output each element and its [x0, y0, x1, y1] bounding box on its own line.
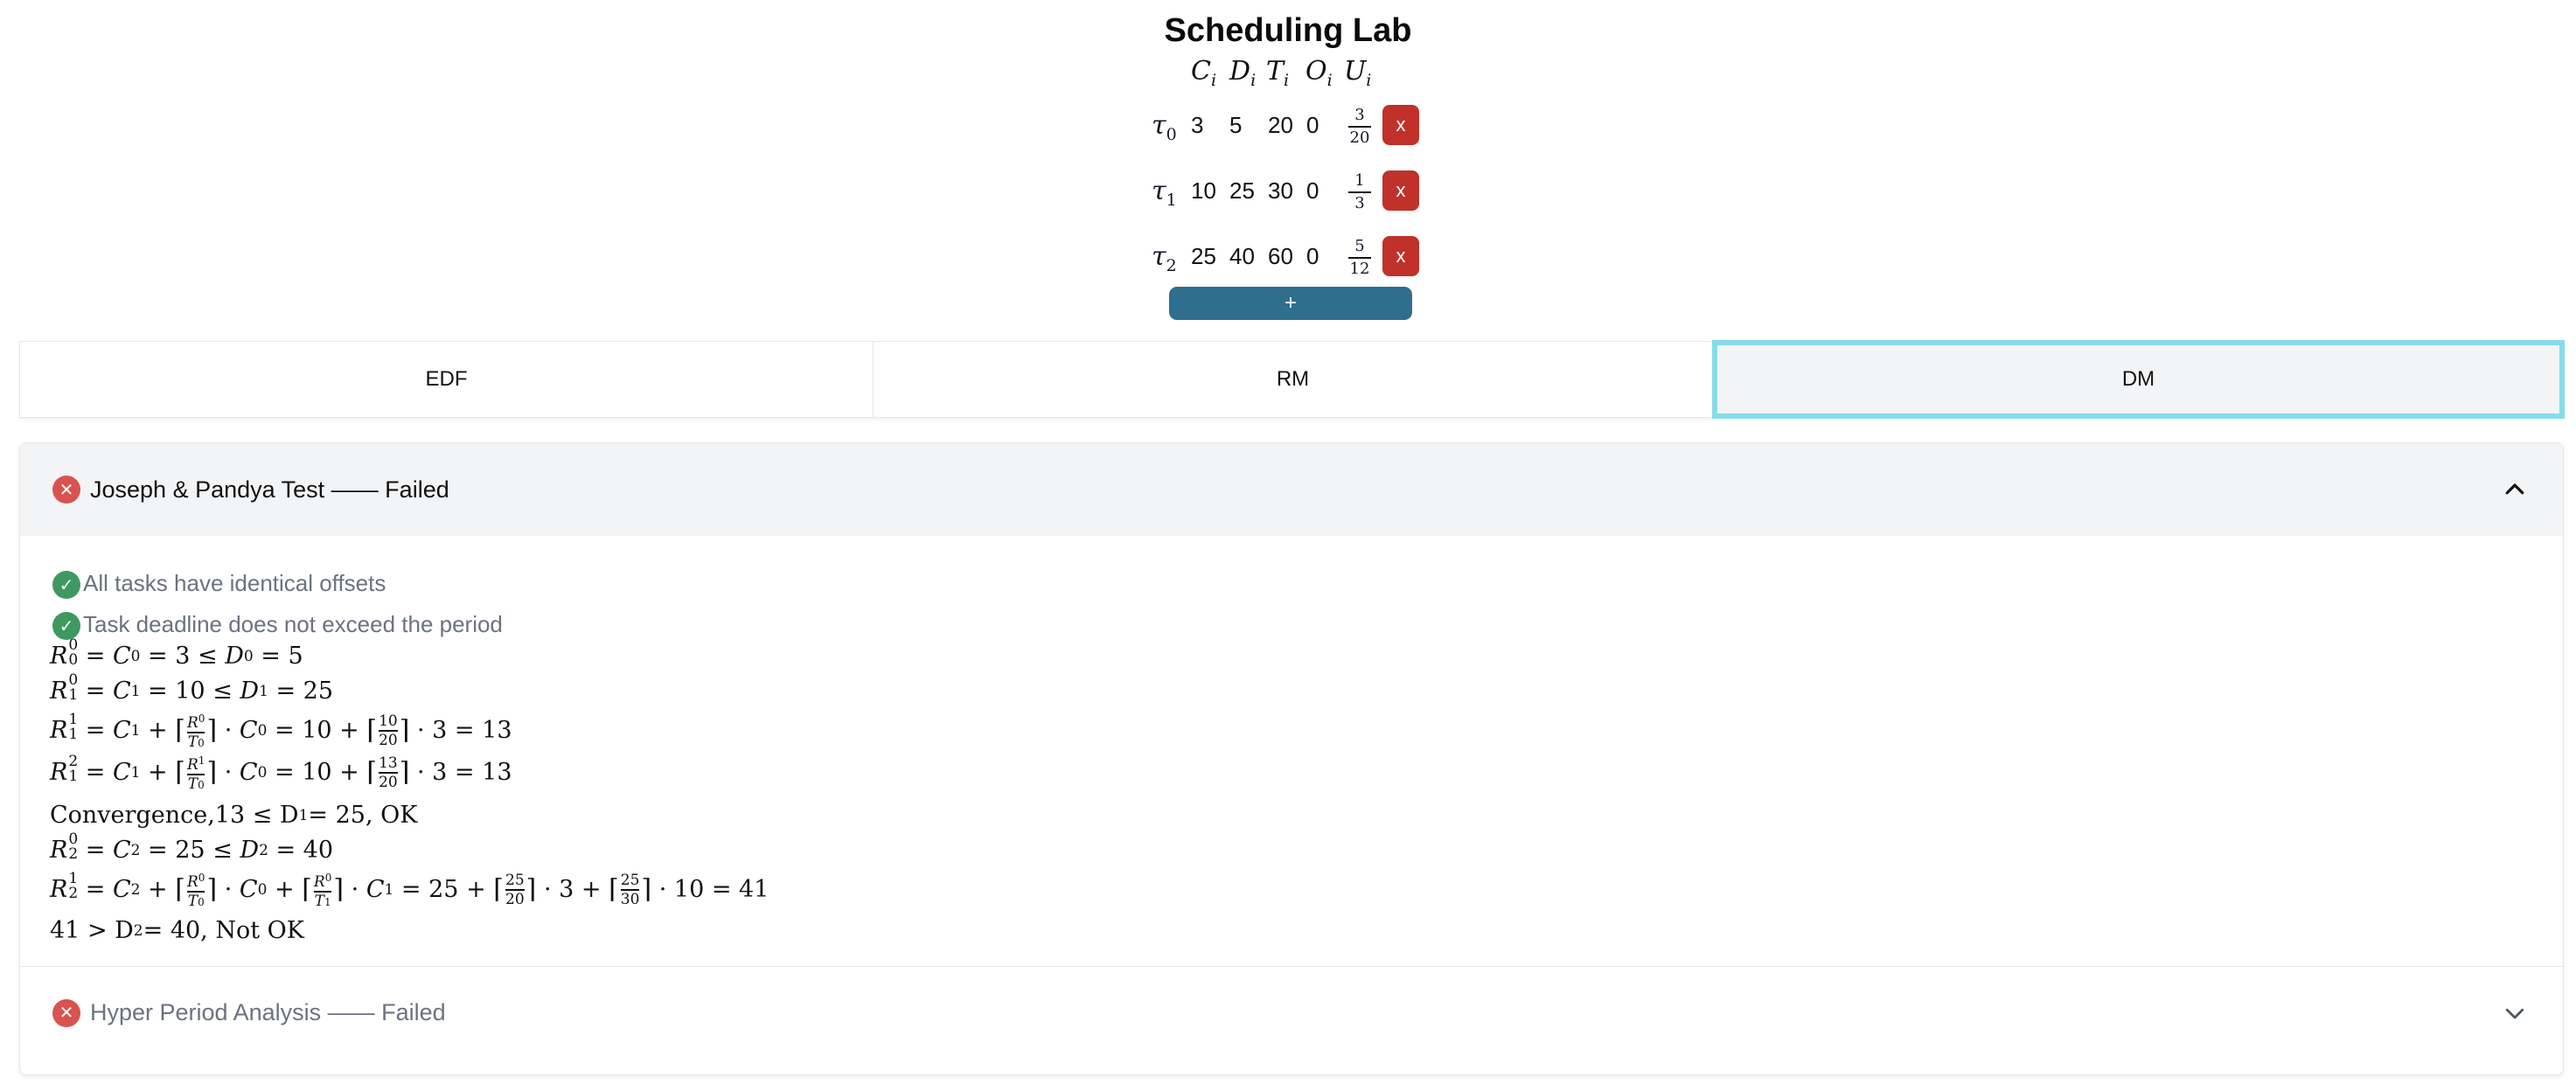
task-row: τ0 3 5 20 0 3 20 x [0, 100, 2576, 152]
page-title: Scheduling Lab [1164, 12, 1412, 49]
task-utilization: 3 20 [1348, 106, 1371, 147]
algorithm-tabs: EDF RM DM [19, 340, 2565, 419]
convergence-line: Convergence,13 ≤ D1 = 25, OK [50, 802, 418, 829]
task-d-value[interactable]: 5 [1229, 112, 1242, 139]
task-row: τ2 25 40 60 0 5 12 x [0, 231, 2576, 283]
add-task-button[interactable]: + [1169, 287, 1412, 320]
not-ok-line: 41 > D2 = 40, Not OK [50, 917, 304, 944]
remove-task-button[interactable]: x [1382, 105, 1419, 145]
equation-line: R01 = C1 = 10 ≤ D1 = 25 [50, 671, 334, 705]
task-name: τ1 [1152, 176, 1177, 210]
check-circle-icon: ✓ [52, 571, 80, 599]
task-row: τ1 10 25 30 0 13 x [0, 165, 2576, 218]
task-c-value[interactable]: 25 [1191, 243, 1216, 270]
task-t-value[interactable]: 30 [1268, 177, 1293, 205]
remove-task-button[interactable]: x [1382, 236, 1419, 276]
analysis-panel: ✕ Joseph & Pandya Test —— Failed ✓ All t… [19, 442, 2564, 1075]
chevron-down-icon[interactable] [2502, 1000, 2528, 1026]
failed-icon: ✕ [52, 476, 80, 504]
task-t-value[interactable]: 20 [1268, 112, 1293, 139]
col-header-d: Di [1229, 56, 1257, 90]
remove-task-button[interactable]: x [1382, 170, 1419, 211]
task-t-value[interactable]: 60 [1268, 243, 1293, 270]
col-header-t: Ti [1266, 56, 1290, 90]
chevron-up-icon[interactable] [2502, 476, 2528, 503]
task-o-value[interactable]: 0 [1306, 112, 1319, 139]
task-c-value[interactable]: 10 [1191, 177, 1216, 205]
col-header-c: Ci [1191, 56, 1217, 90]
accordion-title: Joseph & Pandya Test —— Failed [90, 476, 449, 503]
task-utilization: 13 [1345, 172, 1375, 212]
equation-line: R12 = C2 + ⌈ R0 T0 ⌉ · C0 + ⌈ R0 T1 ⌉ · C1 = 2… [50, 869, 769, 910]
task-o-value[interactable]: 0 [1306, 177, 1319, 205]
accordion-header-joseph-pandya[interactable]: ✕ Joseph & Pandya Test —— Failed [20, 443, 2563, 536]
check-text: Task deadline does not exceed the period [83, 611, 503, 637]
failed-icon: ✕ [52, 998, 80, 1027]
check-text: All tasks have identical offsets [83, 570, 386, 596]
task-name: τ0 [1152, 110, 1177, 144]
task-d-value[interactable]: 40 [1229, 243, 1255, 270]
col-header-o: Oi [1305, 56, 1333, 90]
accordion-title: Hyper Period Analysis —— Failed [90, 999, 446, 1025]
task-d-value[interactable]: 25 [1229, 177, 1255, 205]
equation-line: R21 = C1 + ⌈ R1 T0 ⌉ · C0 = 10 + ⌈ 13 20 ⌉ · 3… [50, 752, 512, 793]
equation-line: R11 = C1 + ⌈ R0 T0 ⌉ · C0 = 10 + ⌈ 10 20 ⌉ · 3… [50, 710, 512, 751]
task-utilization: 5 12 [1348, 237, 1371, 278]
equation-line: R02 = C2 = 25 ≤ D2 = 40 [50, 830, 334, 864]
task-name: τ2 [1152, 241, 1177, 275]
accordion-header-hyper-period[interactable]: ✕ Hyper Period Analysis —— Failed [20, 966, 2563, 1059]
task-o-value[interactable]: 0 [1306, 243, 1319, 270]
col-header-u: Ui [1344, 56, 1372, 90]
tab-edf[interactable]: EDF [20, 342, 873, 417]
tab-rm[interactable]: RM [873, 342, 1712, 417]
task-c-value[interactable]: 3 [1191, 112, 1203, 139]
equation-line: R00 = C0 = 3 ≤ D0 = 5 [50, 636, 303, 670]
tab-dm[interactable]: DM [1712, 340, 2565, 419]
